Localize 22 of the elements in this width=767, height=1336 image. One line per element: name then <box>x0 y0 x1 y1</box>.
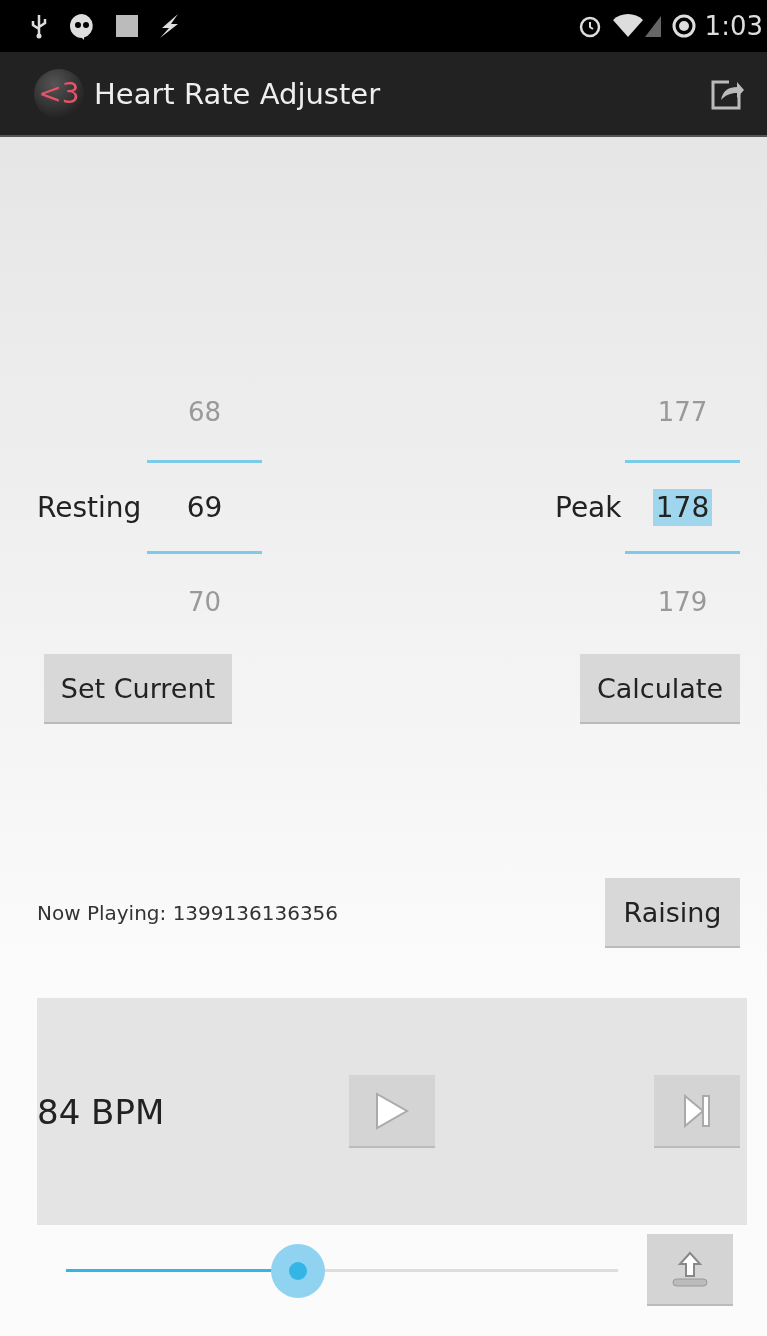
picker-label: Resting <box>37 490 143 524</box>
action-button[interactable]: Set Current <box>44 654 232 724</box>
usb-icon <box>30 13 48 39</box>
skip-next-icon <box>682 1092 712 1129</box>
picker-label: Peak <box>555 490 623 524</box>
skip-next-button[interactable] <box>654 1075 740 1148</box>
upload-button[interactable] <box>647 1234 733 1306</box>
clock-time: 1:03 <box>704 11 763 41</box>
play-button[interactable] <box>349 1075 435 1148</box>
action-button[interactable]: Calculate <box>580 654 740 724</box>
chat-bubble-icon <box>68 12 96 40</box>
now-playing-text: Now Playing: 1399136136356 <box>37 901 339 925</box>
bpm-readout: 84 BPM <box>37 1091 166 1132</box>
picker-value-field[interactable]: 178 <box>652 488 713 526</box>
lightning-icon <box>158 13 180 39</box>
battery-icon <box>670 13 697 39</box>
play-icon <box>373 1090 411 1131</box>
app-title: Heart Rate Adjuster <box>94 76 382 111</box>
mode-button[interactable]: Raising <box>605 878 740 948</box>
app-logo: <3 <box>34 68 84 119</box>
wifi-signal-icon <box>610 13 663 39</box>
picker-value-field[interactable]: 69 <box>183 488 226 526</box>
